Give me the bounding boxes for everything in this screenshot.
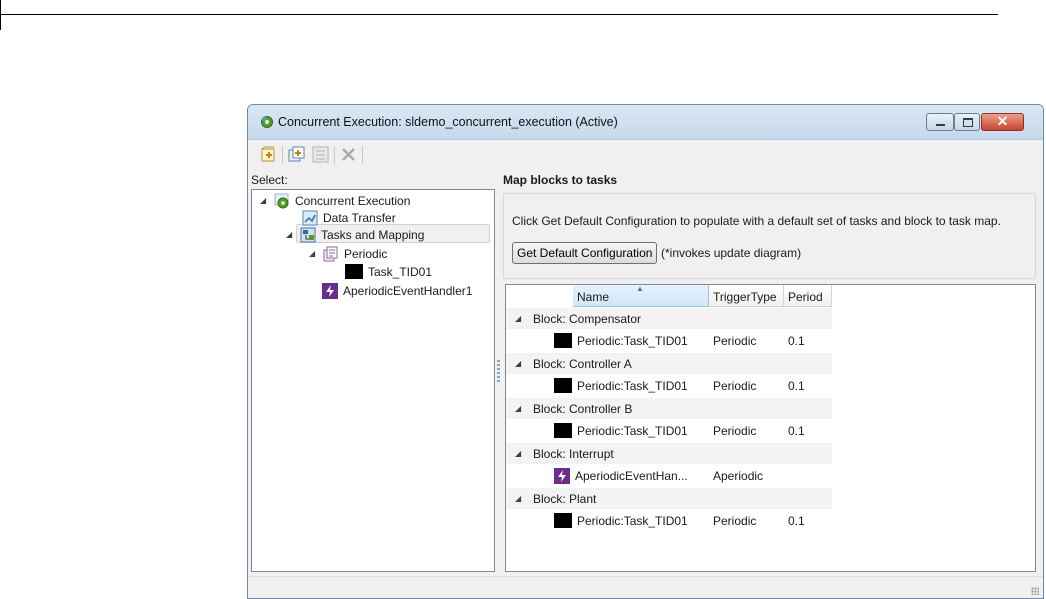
- group-row[interactable]: ◢ Block: Interrupt: [515, 443, 614, 464]
- group-label: Block: Interrupt: [533, 446, 614, 461]
- task-name-cell: Periodic:Task_TID01: [577, 378, 688, 393]
- tasks-mapping-icon: [300, 227, 316, 242]
- toolbar-separator: [282, 146, 283, 164]
- task-color-icon: [345, 264, 363, 279]
- column-header-name[interactable]: Name ▲: [573, 284, 709, 307]
- collapse-arrow-icon[interactable]: ◢: [515, 314, 525, 323]
- column-header-triggertype[interactable]: TriggerType: [709, 285, 784, 307]
- period-cell: 0.1: [788, 513, 805, 528]
- panel-splitter-handle[interactable]: [497, 360, 500, 382]
- block-task-mapping-table[interactable]: Name ▲ TriggerType Period ◢ Block: Compen…: [505, 284, 1036, 572]
- tree-label: Tasks and Mapping: [321, 227, 425, 242]
- tree-node-aperiodic-event-handler[interactable]: AperiodicEventHandler1: [322, 281, 472, 300]
- task-color-icon: [554, 513, 572, 528]
- tree-label: AperiodicEventHandler1: [343, 283, 473, 298]
- task-color-icon: [554, 423, 572, 438]
- task-name-cell: Periodic:Task_TID01: [577, 423, 688, 438]
- instruction-text: Click Get Default Configuration to popul…: [512, 214, 1001, 228]
- title-bar[interactable]: Concurrent Execution: sldemo_concurrent_…: [248, 105, 1043, 140]
- trigger-type-cell: Periodic: [713, 333, 757, 348]
- group-row[interactable]: ◢ Block: Compensator: [515, 308, 641, 329]
- left-panel: Select: ◢ Concurrent Execution Data Tran…: [251, 169, 495, 572]
- period-cell: 0.1: [788, 333, 805, 348]
- get-default-configuration-button[interactable]: Get Default Configuration: [512, 242, 658, 264]
- period-cell: 0.1: [788, 378, 805, 393]
- task-color-icon: [554, 333, 572, 348]
- lightning-icon: [554, 467, 570, 484]
- update-diagram-note: (*invokes update diagram): [661, 246, 802, 260]
- table-row[interactable]: AperiodicEventHan...: [554, 464, 688, 487]
- page-edge-mark: [0, 0, 1, 30]
- status-bar: [248, 576, 1043, 598]
- resize-grip-icon[interactable]: [1031, 587, 1039, 595]
- gear-icon: [274, 193, 289, 208]
- collapse-arrow-icon[interactable]: ◢: [260, 196, 270, 205]
- tree-node-task-tid01[interactable]: Task_TID01: [345, 262, 432, 281]
- add-task-icon[interactable]: [260, 146, 277, 163]
- period-cell: 0.1: [788, 423, 805, 438]
- trigger-type-cell: Periodic: [713, 378, 757, 393]
- table-row[interactable]: Periodic:Task_TID01: [554, 509, 688, 532]
- group-label: Block: Compensator: [533, 311, 642, 326]
- maximize-button[interactable]: [954, 113, 980, 131]
- trigger-type-cell: Periodic: [713, 513, 757, 528]
- collapse-arrow-icon[interactable]: ◢: [515, 449, 525, 458]
- default-config-group: Click Get Default Configuration to popul…: [503, 193, 1036, 279]
- close-button[interactable]: ✕: [981, 113, 1024, 131]
- close-icon: ✕: [996, 113, 1009, 129]
- minimize-button[interactable]: [926, 113, 954, 131]
- toolbar-separator: [334, 146, 335, 164]
- collapse-arrow-icon[interactable]: ◢: [515, 359, 525, 368]
- gear-icon: [261, 116, 273, 128]
- configuration-tree[interactable]: ◢ Concurrent Execution Data Transfer ◢ T…: [251, 189, 495, 572]
- tree-node-tasks-and-mapping[interactable]: ◢ Tasks and Mapping: [286, 225, 424, 244]
- tree-label: Task_TID01: [368, 264, 433, 279]
- collapse-arrow-icon[interactable]: ◢: [309, 249, 319, 258]
- tree-node-periodic[interactable]: ◢ Periodic: [309, 244, 387, 263]
- group-label: Block: Controller A: [533, 356, 632, 371]
- column-header-period[interactable]: Period: [784, 285, 832, 307]
- tree-label: Data Transfer: [323, 210, 396, 225]
- table-row[interactable]: Periodic:Task_TID01: [554, 419, 688, 442]
- tree-label: Concurrent Execution: [295, 193, 411, 208]
- collapse-arrow-icon[interactable]: ◢: [286, 230, 296, 239]
- right-panel: Map blocks to tasks Click Get Default Co…: [503, 169, 1039, 572]
- task-name-cell: Periodic:Task_TID01: [577, 333, 688, 348]
- window-title: Concurrent Execution: sldemo_concurrent_…: [278, 115, 618, 129]
- map-blocks-heading: Map blocks to tasks: [503, 173, 618, 187]
- group-row[interactable]: ◢ Block: Plant: [515, 488, 596, 509]
- table-row[interactable]: Periodic:Task_TID01: [554, 329, 688, 352]
- task-name-cell: Periodic:Task_TID01: [577, 513, 688, 528]
- collapse-arrow-icon[interactable]: ◢: [515, 494, 525, 503]
- mapping-icon[interactable]: [312, 146, 329, 163]
- group-label: Block: Plant: [533, 491, 597, 506]
- select-label: Select:: [251, 173, 288, 187]
- lightning-icon: [322, 282, 338, 299]
- concurrent-execution-window: Concurrent Execution: sldemo_concurrent_…: [247, 104, 1044, 599]
- collapse-arrow-icon[interactable]: ◢: [515, 404, 525, 413]
- table-row[interactable]: Periodic:Task_TID01: [554, 374, 688, 397]
- trigger-type-cell: Aperiodic: [713, 468, 764, 483]
- group-row[interactable]: ◢ Block: Controller B: [515, 398, 632, 419]
- add-trigger-icon[interactable]: [288, 146, 305, 163]
- periodic-icon: [323, 246, 338, 261]
- group-row[interactable]: ◢ Block: Controller A: [515, 353, 632, 374]
- trigger-type-cell: Periodic: [713, 423, 757, 438]
- tree-label: Periodic: [344, 246, 388, 261]
- group-label: Block: Controller B: [533, 401, 633, 416]
- page-rule: [0, 14, 998, 15]
- toolbar-separator: [362, 146, 363, 164]
- delete-icon[interactable]: [340, 146, 357, 163]
- toolbar: [248, 140, 1043, 168]
- sort-ascending-icon: ▲: [636, 284, 644, 293]
- task-color-icon: [554, 378, 572, 393]
- data-transfer-icon: [302, 210, 318, 225]
- task-name-cell: AperiodicEventHan...: [575, 468, 688, 483]
